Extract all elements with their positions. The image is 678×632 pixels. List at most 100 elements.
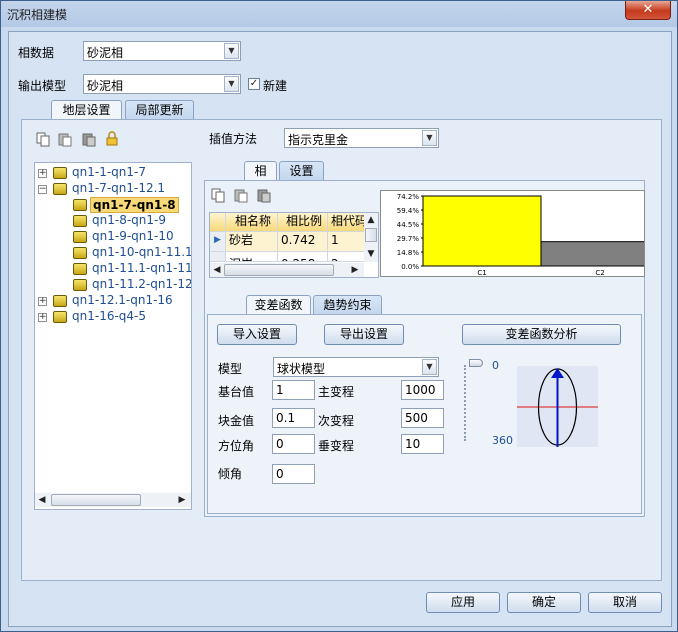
scroll-right-icon[interactable]: ▶ — [175, 493, 189, 507]
table-hscrollbar[interactable]: ◀ ▶ — [210, 263, 364, 277]
collapse-icon[interactable]: − — [38, 185, 47, 194]
layer-tree[interactable]: + qn1-1-qn1-7 − qn1-7-qn1-12.1 qn1-7-qn1… — [34, 162, 192, 510]
tab-facies[interactable]: 相 — [244, 161, 277, 181]
tab-local-update[interactable]: 局部更新 — [125, 100, 194, 120]
x-tick-label: C1 — [477, 269, 486, 276]
tree-item[interactable]: − qn1-7-qn1-12.1 — [35, 181, 191, 197]
azimuth-label: 方位角 — [218, 439, 255, 453]
tree-item-label: qn1-12.1-qn1-16 — [72, 293, 173, 307]
table-cell[interactable]: 泥岩 — [226, 252, 278, 262]
copy-icon[interactable] — [211, 188, 225, 203]
azimuth-slider[interactable] — [461, 357, 483, 441]
facies-data-select[interactable]: 砂泥相 ▼ — [83, 41, 241, 61]
layer-icon — [73, 263, 87, 275]
layer-icon — [53, 167, 67, 179]
scroll-thumb[interactable] — [224, 264, 334, 276]
tree-item[interactable]: + qn1-1-qn1-7 — [35, 165, 191, 181]
scroll-up-icon[interactable]: ▲ — [364, 213, 378, 227]
paste-all-icon[interactable] — [257, 188, 271, 203]
tree-item-label: qn1-7-qn1-12.1 — [72, 181, 166, 195]
scroll-thumb[interactable] — [365, 228, 377, 242]
sill-label: 基台值 — [218, 385, 255, 399]
scroll-right-icon[interactable]: ▶ — [348, 263, 362, 277]
minor-range-label: 次变程 — [318, 414, 355, 428]
tree-item[interactable]: + qn1-16-q4-5 — [35, 309, 191, 325]
table-cell[interactable]: 砂岩 — [226, 232, 278, 252]
close-button[interactable]: ✕ — [625, 1, 671, 20]
chevron-down-icon[interactable]: ▼ — [224, 43, 239, 59]
expand-icon[interactable]: + — [38, 313, 47, 322]
nugget-input[interactable]: 0.1 — [272, 408, 315, 428]
table-cell[interactable]: 2 — [328, 252, 368, 262]
facies-table[interactable]: 相名称 相比例 相代码 ▶ 砂岩 0.742 1 泥岩 0.258 2 ▲ ▼ … — [209, 212, 379, 278]
tree-item[interactable]: qn1-9-qn1-10 — [35, 229, 191, 245]
lock-icon[interactable] — [105, 131, 119, 146]
new-label: 新建 — [263, 79, 288, 93]
interp-select[interactable]: 指示克里金 ▼ — [284, 128, 439, 148]
ok-button[interactable]: 确定 — [507, 592, 581, 613]
table-vscrollbar[interactable]: ▲ ▼ — [364, 213, 378, 262]
tree-item-label: qn1-11.2-qn1-12.1 — [92, 277, 192, 291]
y-tick-label: 74.2% — [397, 193, 420, 201]
chevron-down-icon[interactable]: ▼ — [422, 359, 437, 375]
chevron-down-icon[interactable]: ▼ — [224, 76, 239, 92]
column-header[interactable]: 相名称 — [226, 213, 278, 232]
vertical-range-input[interactable]: 10 — [401, 434, 444, 454]
tree-item-label: qn1-16-q4-5 — [72, 309, 147, 323]
tree-item[interactable]: qn1-11.1-qn1-11.2 — [35, 261, 191, 277]
model-select[interactable]: 球状模型 ▼ — [273, 357, 439, 377]
table-cell[interactable]: 0.258 — [278, 252, 328, 262]
tree-item[interactable]: qn1-11.2-qn1-12.1 — [35, 277, 191, 293]
scroll-down-icon[interactable]: ▼ — [364, 247, 378, 261]
export-settings-button[interactable]: 导出设置 — [324, 324, 404, 345]
tab-layer-settings[interactable]: 地层设置 — [51, 100, 122, 120]
tab-label: 相 — [254, 164, 267, 178]
chevron-down-icon[interactable]: ▼ — [422, 130, 437, 146]
column-header[interactable]: 相代码 — [328, 213, 368, 232]
chart-svg: 74.2% 59.4% 44.5% 29.7% 14.8% 0.0% C1 C2 — [397, 193, 644, 276]
y-tick-label: 14.8% — [397, 249, 420, 257]
tree-item-selected[interactable]: qn1-7-qn1-8 — [35, 197, 191, 213]
slider-thumb[interactable] — [469, 359, 483, 367]
scroll-left-icon[interactable]: ◀ — [210, 263, 224, 277]
apply-button[interactable]: 应用 — [426, 592, 500, 613]
dialog-window: 沉积相建模 ✕ 相数据 砂泥相 ▼ 输出模型 砂泥相 ▼ ✓ 新建 地层设置 局… — [0, 0, 678, 632]
checkmark-icon: ✓ — [249, 78, 259, 89]
expand-icon[interactable]: + — [38, 297, 47, 306]
tree-item-label: qn1-7-qn1-8 — [90, 197, 179, 213]
output-model-select[interactable]: 砂泥相 ▼ — [83, 74, 241, 94]
tree-item[interactable]: + qn1-12.1-qn1-16 — [35, 293, 191, 309]
table-cell[interactable]: 0.742 — [278, 232, 328, 252]
scroll-left-icon[interactable]: ◀ — [35, 493, 49, 507]
tree-item[interactable]: qn1-10-qn1-11.1 — [35, 245, 191, 261]
dip-input[interactable]: 0 — [272, 464, 315, 484]
title-bar: 沉积相建模 ✕ — [1, 1, 677, 27]
minor-range-input[interactable]: 500 — [401, 408, 444, 428]
layer-icon — [53, 295, 67, 307]
variogram-analysis-button[interactable]: 变差函数分析 — [462, 324, 621, 345]
y-tick-label: 0.0% — [401, 263, 419, 271]
paste-icon[interactable] — [234, 188, 248, 203]
expand-icon[interactable]: + — [38, 169, 47, 178]
layer-icon — [73, 247, 87, 259]
paste-all-icon[interactable] — [82, 132, 96, 147]
tab-trend[interactable]: 趋势约束 — [313, 295, 382, 315]
paste-icon[interactable] — [58, 132, 72, 147]
tab-label: 局部更新 — [135, 103, 184, 117]
tab-variogram[interactable]: 变差函数 — [246, 295, 311, 315]
sill-input[interactable]: 1 — [272, 380, 315, 400]
major-range-input[interactable]: 1000 — [401, 380, 444, 400]
column-header[interactable]: 相比例 — [278, 213, 328, 232]
new-checkbox[interactable]: ✓ — [248, 78, 260, 90]
copy-icon[interactable] — [36, 132, 50, 147]
table-cell[interactable]: 1 — [328, 232, 368, 252]
tab-settings[interactable]: 设置 — [279, 161, 324, 181]
azimuth-input[interactable]: 0 — [272, 434, 315, 454]
tree-item[interactable]: qn1-8-qn1-9 — [35, 213, 191, 229]
cancel-button[interactable]: 取消 — [588, 592, 662, 613]
scroll-thumb[interactable] — [51, 494, 141, 506]
tree-scrollbar[interactable]: ◀ ▶ — [35, 493, 191, 507]
tree-item-label: qn1-10-qn1-11.1 — [92, 245, 192, 259]
slider-track — [464, 365, 468, 441]
import-settings-button[interactable]: 导入设置 — [217, 324, 297, 345]
